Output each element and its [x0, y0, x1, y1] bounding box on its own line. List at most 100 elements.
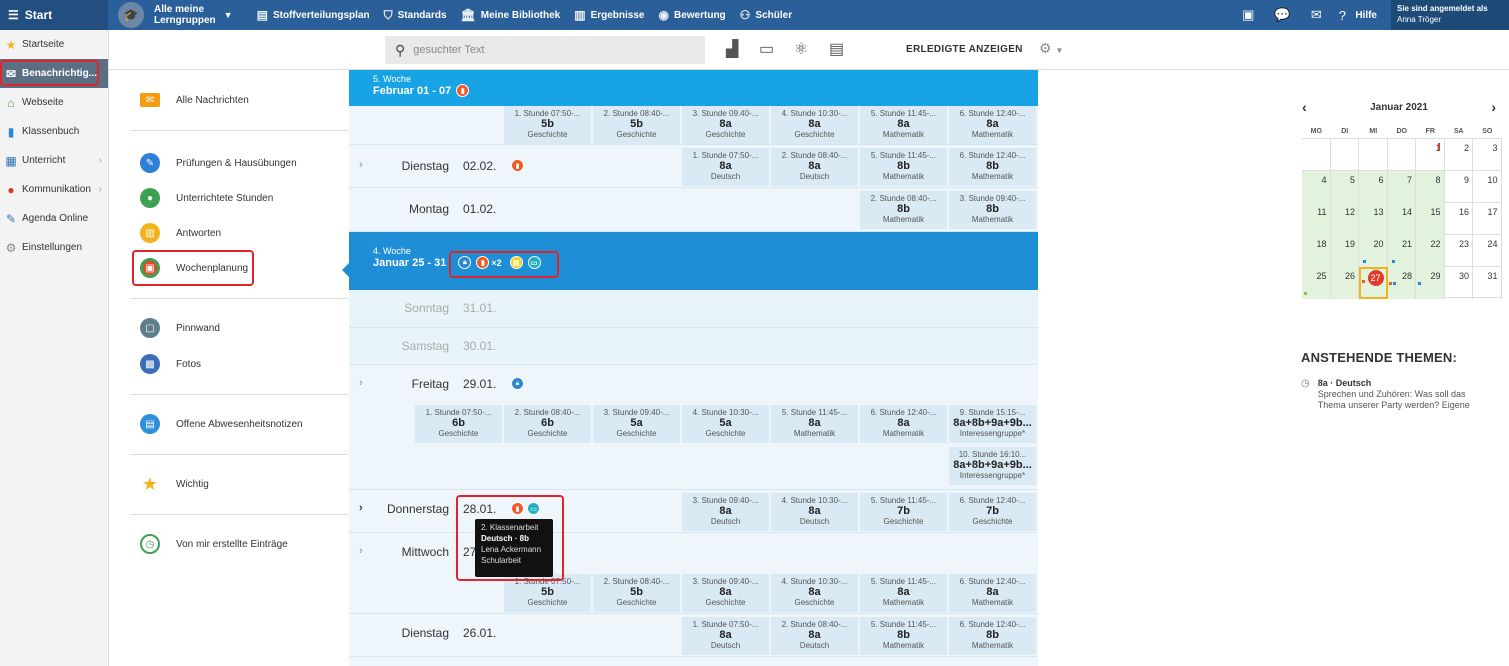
lesson-cell[interactable]: 5. Stunde 11:45-... 7b Geschichte [860, 493, 948, 531]
calendar-day[interactable]: 28 [1387, 267, 1416, 299]
calendar-day[interactable]: 16 [1445, 203, 1473, 235]
calendar-day-today[interactable]: 27 [1359, 267, 1388, 299]
calendar-day[interactable]: 11 [1302, 203, 1331, 235]
calendar-day[interactable]: 13 [1359, 203, 1388, 235]
day-row-samstag-3001[interactable]: Samstag 30.01. [349, 328, 1038, 365]
calendar-day[interactable]: 26 [1330, 267, 1359, 299]
calendar-day[interactable]: 8 [1416, 171, 1445, 203]
show-completed-button[interactable]: ERLEDIGTE ANZEIGEN [906, 44, 1023, 55]
lock-icon[interactable]: 🔒︎ [458, 256, 472, 269]
calendar-day[interactable]: 3 [1473, 139, 1502, 171]
nav-schueler[interactable]: ⚇ Schüler [740, 8, 792, 22]
week-header-5[interactable]: 5. Woche Februar 01 - 07 ▮ [349, 70, 1038, 106]
nav-bewertung[interactable]: ◉ Bewertung [659, 8, 726, 22]
nav-alle-nachrichten[interactable]: ✉ Alle Nachrichten [140, 93, 249, 107]
lesson-cell[interactable]: 1. Stunde 07:50-... 8a Deutsch [682, 617, 770, 655]
week-header-4[interactable]: 4. Woche Januar 25 - 31 🔒︎ ▮ ×2 ▤ ▭ [349, 232, 1038, 290]
calendar-day[interactable]: 15 [1416, 203, 1445, 235]
sidebar-item-unterricht[interactable]: ▦ Unterricht › [0, 146, 108, 175]
message-icon[interactable]: ▭ [527, 502, 540, 515]
nav-wichtig[interactable]: ★ Wichtig [140, 474, 209, 494]
lesson-cell[interactable]: 2. Stunde 08:40-... 8a Deutsch [771, 617, 859, 655]
calendar-day[interactable]: 7 [1387, 171, 1416, 203]
lesson-cell[interactable]: 5. Stunde 11:45-... 8b Mathematik [860, 148, 948, 186]
day-row-sonntag-3101[interactable]: Sonntag 31.01. [349, 290, 1038, 328]
day-row-donnerstag-2801[interactable]: › Donnerstag 28.01. ▮ ▭ 3. Stunde 09:40-… [349, 490, 1038, 533]
calendar-day[interactable]: 24 [1473, 235, 1502, 267]
lesson-cell[interactable]: 2. Stunde 08:40-... 6b Geschichte [504, 405, 592, 443]
lesson-cell[interactable]: 10. Stunde 16:10... 8a+8b+9a+9b... Interes… [949, 447, 1037, 485]
sidebar-item-kommunikation[interactable]: ● Kommunikation › [0, 175, 108, 204]
lesson-cell[interactable]: 1. Stunde 07:50-... 8a Deutsch [682, 148, 770, 186]
sidebar-item-webseite[interactable]: ⌂ Webseite [0, 88, 108, 117]
calendar-day[interactable]: 18 [1302, 235, 1331, 267]
calendar-day[interactable]: 1 [1416, 139, 1445, 171]
user-menu[interactable]: Sie sind angemeldet als Anna Tröger [1391, 0, 1509, 30]
lesson-cell[interactable]: 1. Stunde 07:50-... 5b Geschichte [504, 574, 592, 612]
lesson-cell[interactable]: 1. Stunde 07:50-... 6b Geschichte [415, 405, 503, 443]
calendar-day[interactable]: 2 [1445, 139, 1473, 171]
calendar-day[interactable]: 20 [1359, 235, 1388, 267]
day-row-montag-0102[interactable]: Montag 01.02. 2. Stunde 08:40-... 8b Mathe… [349, 188, 1038, 232]
nav-fotos[interactable]: ▩ Fotos [140, 354, 201, 374]
calendar-day[interactable]: 9 [1445, 171, 1473, 203]
lesson-cell[interactable]: 2. Stunde 08:40-... 5b Geschichte [593, 574, 681, 612]
sidebar-item-startseite[interactable]: ★ Startseite [0, 30, 108, 59]
cast-icon[interactable]: ▣ [1231, 7, 1265, 23]
lesson-cell[interactable]: 3. Stunde 09:40-... 8a Geschichte [682, 574, 770, 612]
nav-pinnwand[interactable]: ▢ Pinnwand [140, 318, 220, 338]
nav-meine-bibliothek[interactable]: 🏛 Meine Bibliothek [461, 8, 561, 22]
nav-pruefungen[interactable]: ✎ Prüfungen & Hausübungen [140, 153, 297, 173]
lesson-cell[interactable]: 6. Stunde 12:40-... 8a Mathematik [860, 405, 948, 443]
lesson-cell[interactable]: 6. Stunde 12:40-... 8a Mathematik [949, 106, 1037, 144]
day-row-dienstag-2601[interactable]: Dienstag 26.01. 1. Stunde 07:50-... 8a Deu… [349, 614, 1038, 657]
lesson-cell[interactable]: 6. Stunde 12:40-... 8b Mathematik [949, 148, 1037, 186]
lesson-cell[interactable]: 2. Stunde 08:40-... 5b Geschichte [593, 106, 681, 144]
calendar-day[interactable]: 6 [1359, 171, 1388, 203]
calendar-day[interactable]: 22 [1416, 235, 1445, 267]
sidebar-item-agenda-online[interactable]: ✎ Agenda Online [0, 204, 108, 233]
calendar-day[interactable]: 23 [1445, 235, 1473, 267]
group-selector[interactable]: 🎓 Alle meine Lerngruppen ▼ [108, 0, 243, 30]
lesson-cell[interactable]: 3. Stunde 09:40-... 8a Deutsch [682, 493, 770, 531]
nav-ergebnisse[interactable]: ▥ Ergebnisse [574, 8, 644, 22]
nav-standards[interactable]: ⛉ Standards [384, 8, 447, 23]
mail-icon[interactable]: ✉ [1299, 7, 1333, 23]
lesson-cell[interactable]: 2. Stunde 08:40-... 8a Deutsch [771, 148, 859, 186]
calendar-day[interactable]: 19 [1330, 235, 1359, 267]
lesson-cell[interactable]: 9. Stunde 15:15-... 8a+8b+9a+9b... Interes… [949, 405, 1037, 443]
lesson-cell[interactable]: 5. Stunde 11:45-... 8b Mathematik [860, 617, 948, 655]
calendar-day[interactable]: 17 [1473, 203, 1502, 235]
calendar-day[interactable]: 12 [1330, 203, 1359, 235]
lesson-cell[interactable]: 4. Stunde 10:30-... 5a Geschichte [682, 405, 770, 443]
nav-abwesenheitsnotizen[interactable]: ▤ Offene Abwesenheitsnotizen [140, 414, 303, 434]
exam-icon[interactable]: ▮ [456, 84, 470, 97]
exam-icon[interactable]: ▮ [511, 502, 524, 515]
calendar-day[interactable]: 21 [1387, 235, 1416, 267]
lesson-cell[interactable]: 3. Stunde 09:40-... 8a Geschichte [682, 106, 770, 144]
lesson-cell[interactable]: 6. Stunde 12:40-... 7b Geschichte [949, 493, 1037, 531]
lesson-cell[interactable]: 6. Stunde 12:40-... 8a Mathematik [949, 574, 1037, 612]
start-button[interactable]: ☰ Start [0, 0, 108, 30]
nav-wochenplanung[interactable]: ▣ Wochenplanung [140, 258, 248, 278]
lesson-cell[interactable]: 1. Stunde 07:50-... 5b Geschichte [504, 106, 592, 144]
calendar-day[interactable]: 14 [1387, 203, 1416, 235]
sidebar-item-einstellungen[interactable]: ⚙ Einstellungen [0, 233, 108, 262]
calendar-next-button[interactable]: › [1491, 100, 1496, 114]
lesson-cell[interactable]: 2. Stunde 08:40-... 8b Mathematik [860, 191, 948, 229]
calendar-day[interactable]: 5 [1330, 171, 1359, 203]
sidebar-item-klassenbuch[interactable]: ▮ Klassenbuch [0, 117, 108, 146]
nav-stoffverteilungsplan[interactable]: ▤ Stoffverteilungsplan [257, 8, 370, 22]
day-row-mittwoch-2701[interactable]: › Mittwoch 27 1. Stunde 07:50-... 5b Gesch… [349, 533, 1038, 614]
calendar-day[interactable]: 10 [1473, 171, 1502, 203]
lesson-cell[interactable]: 3. Stunde 09:40-... 8b Mathematik [949, 191, 1037, 229]
message-icon[interactable]: ▭ [527, 256, 541, 269]
settings-gear-icon[interactable]: ⚙ ▼ [1039, 40, 1063, 57]
upcoming-topic-item[interactable]: ◷ 8a · Deutsch Sprechen und Zuhören: Was… [1301, 378, 1488, 411]
search-input[interactable]: ⚲ gesuchter Text [385, 36, 705, 64]
lesson-cell[interactable]: 4. Stunde 10:30-... 8a Geschichte [771, 106, 859, 144]
note-icon[interactable]: ▤ [509, 256, 523, 269]
nav-von-mir-erstellt[interactable]: ◷ Von mir erstellte Einträge [140, 534, 288, 554]
calendar-day[interactable]: 30 [1445, 267, 1473, 299]
presentation-icon[interactable]: ▭ [759, 39, 774, 59]
